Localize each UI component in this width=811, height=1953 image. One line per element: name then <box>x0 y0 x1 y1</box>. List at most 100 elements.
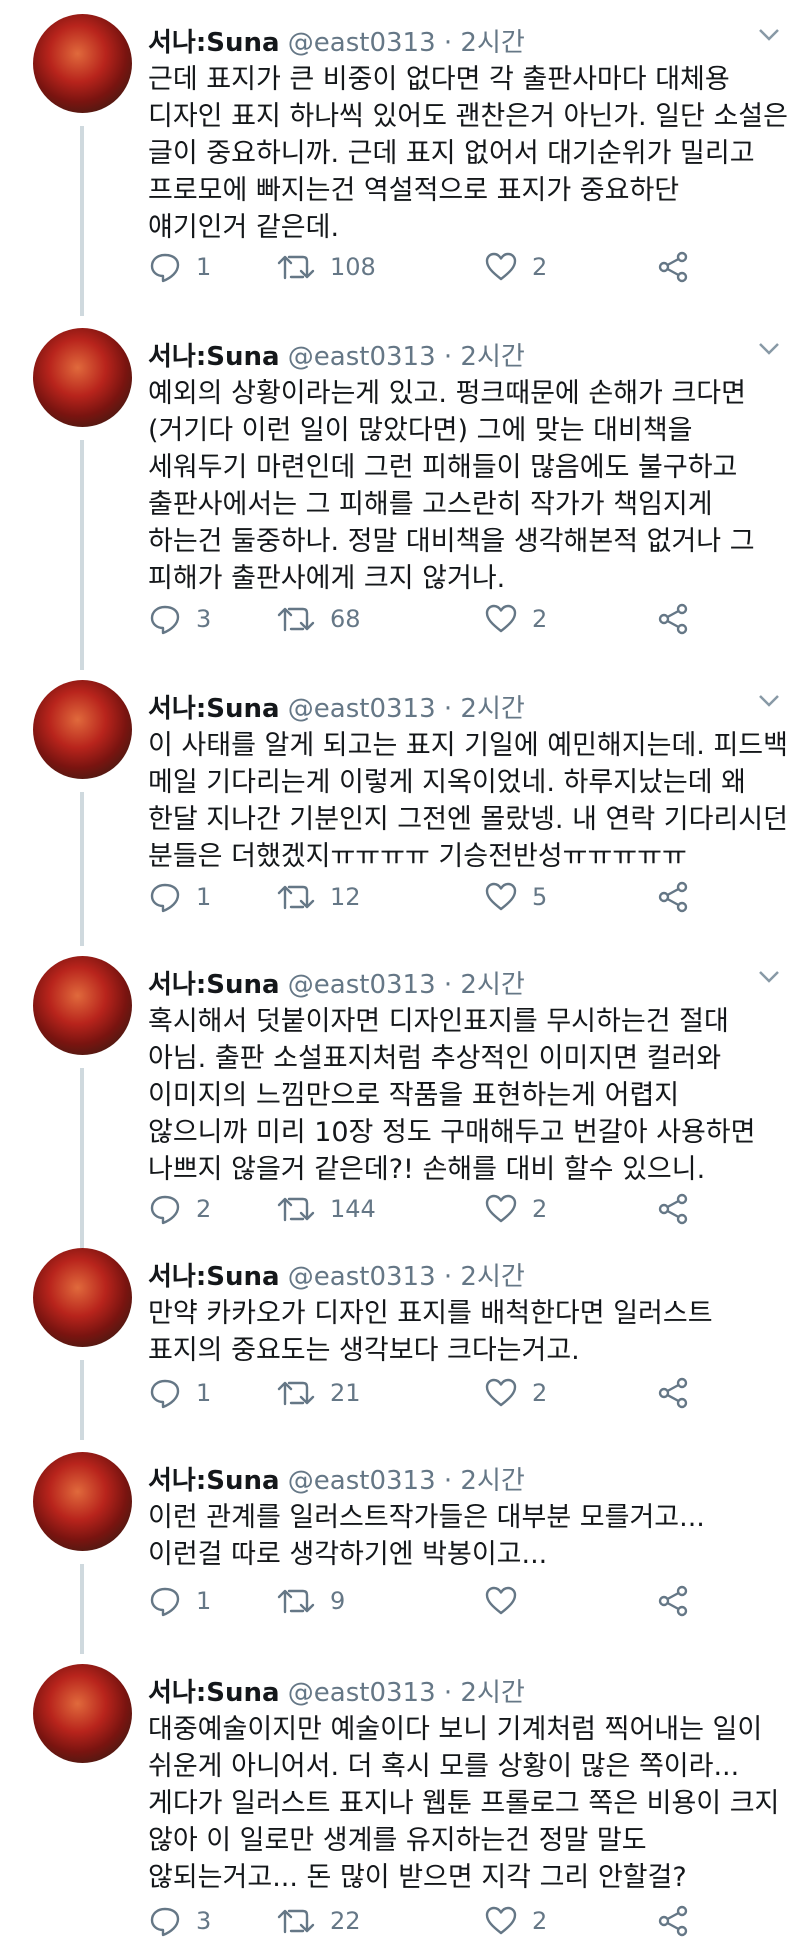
retweet-button[interactable]: 22 <box>276 1904 361 1938</box>
share-button[interactable] <box>656 880 690 914</box>
share-button[interactable] <box>656 1584 690 1618</box>
handle[interactable]: @east0313 <box>288 1678 436 1708</box>
tweet-line: 이런걸 따로 생각하기엔 박봉이고... <box>148 1539 548 1570</box>
retweet-button[interactable]: 108 <box>276 250 376 284</box>
reply-icon <box>150 1587 180 1617</box>
like-button[interactable]: 2 <box>484 250 547 284</box>
chevron-down-icon[interactable] <box>758 970 780 984</box>
share-button[interactable] <box>656 1192 690 1226</box>
handle[interactable]: @east0313 <box>288 970 436 1000</box>
handle[interactable]: @east0313 <box>288 342 436 372</box>
tweet-actions: 1 12 5 <box>148 880 788 920</box>
tweet[interactable]: 서나:Suna @east0313 · 2시간 혹시해서 덧붙이자면 디자인표지… <box>0 956 811 1248</box>
reply-button[interactable]: 1 <box>148 880 211 914</box>
like-button[interactable]: 2 <box>484 1192 547 1226</box>
reply-button[interactable]: 1 <box>148 1584 211 1618</box>
avatar[interactable] <box>33 1664 132 1763</box>
reply-button[interactable]: 3 <box>148 602 211 636</box>
display-name[interactable]: 서나:Suna <box>148 1466 280 1496</box>
thread-line <box>80 126 84 316</box>
display-name[interactable]: 서나:Suna <box>148 1678 280 1708</box>
tweet-actions: 1 108 2 <box>148 250 788 290</box>
tweet-text: 이런 관계를 일러스트작가들은 대부분 모를거고... 이런걸 따로 생각하기엔… <box>148 1499 705 1573</box>
like-count: 2 <box>532 1379 548 1407</box>
tweet[interactable]: 서나:Suna @east0313 · 2시간 이런 관계를 일러스트작가들은 … <box>0 1452 811 1654</box>
like-button[interactable]: 2 <box>484 1376 547 1410</box>
chevron-down-icon[interactable] <box>758 342 780 356</box>
reply-count: 1 <box>196 253 212 281</box>
avatar[interactable] <box>33 1452 132 1551</box>
tweet-header: 서나:Suna @east0313 · 2시간 <box>148 1460 525 1497</box>
timestamp[interactable]: · 2시간 <box>444 1262 525 1292</box>
tweet-line: 출판사에서는 그 피해를 고스란히 작가가 책임지게 <box>148 489 713 520</box>
timestamp[interactable]: · 2시간 <box>444 970 525 1000</box>
share-icon <box>658 1905 688 1937</box>
reply-button[interactable]: 1 <box>148 1376 211 1410</box>
display-name[interactable]: 서나:Suna <box>148 28 280 58</box>
handle[interactable]: @east0313 <box>288 694 436 724</box>
timestamp[interactable]: · 2시간 <box>444 1678 525 1708</box>
retweet-count: 22 <box>330 1907 361 1935</box>
tweet[interactable]: 서나:Suna @east0313 · 2시간 예외의 상황이라는게 있고. 펑… <box>0 328 811 670</box>
reply-button[interactable]: 3 <box>148 1904 211 1938</box>
like-count: 2 <box>532 1195 548 1223</box>
tweet-line: 쉬운게 아니어서. 더 혹시 모를 상황이 많은 쪽이라... <box>148 1751 740 1782</box>
avatar[interactable] <box>33 1248 132 1347</box>
tweet-line: 디자인 표지 하나씩 있어도 괜찬은거 아닌가. 일단 소설은 <box>148 101 788 132</box>
share-icon <box>658 603 688 635</box>
retweet-button[interactable]: 68 <box>276 602 361 636</box>
timestamp[interactable]: · 2시간 <box>444 1466 525 1496</box>
timestamp[interactable]: · 2시간 <box>444 694 525 724</box>
reply-button[interactable]: 2 <box>148 1192 211 1226</box>
reply-button[interactable]: 1 <box>148 250 211 284</box>
like-button[interactable] <box>484 1584 532 1618</box>
tweet-line: 않되는거고... 돈 많이 받으면 지각 그리 안할걸? <box>148 1862 687 1893</box>
reply-count: 1 <box>196 883 212 911</box>
tweet[interactable]: 서나:Suna @east0313 · 2시간 대중예술이지만 예술이다 보니 … <box>0 1664 811 1953</box>
retweet-count: 21 <box>330 1379 361 1407</box>
retweet-button[interactable]: 21 <box>276 1376 361 1410</box>
display-name[interactable]: 서나:Suna <box>148 970 280 1000</box>
chevron-down-icon[interactable] <box>758 694 780 708</box>
tweet-line: 이 사태를 알게 되고는 표지 기일에 예민해지는데. 피드백 <box>148 730 788 761</box>
retweet-icon <box>277 885 315 910</box>
like-button[interactable]: 2 <box>484 1904 547 1938</box>
reply-count: 3 <box>196 1907 212 1935</box>
share-icon <box>658 1193 688 1225</box>
share-button[interactable] <box>656 250 690 284</box>
tweet-line: 대중예술이지만 예술이다 보니 기계처럼 찍어내는 일이 <box>148 1714 763 1745</box>
avatar[interactable] <box>33 680 132 779</box>
retweet-button[interactable]: 9 <box>276 1584 345 1618</box>
like-count: 2 <box>532 1907 548 1935</box>
tweet-header: 서나:Suna @east0313 · 2시간 <box>148 1256 525 1293</box>
like-button[interactable]: 2 <box>484 602 547 636</box>
timestamp[interactable]: · 2시간 <box>444 342 525 372</box>
display-name[interactable]: 서나:Suna <box>148 694 280 724</box>
handle[interactable]: @east0313 <box>288 28 436 58</box>
tweet-header: 서나:Suna @east0313 · 2시간 <box>148 688 525 725</box>
reply-count: 3 <box>196 605 212 633</box>
avatar[interactable] <box>33 14 132 113</box>
tweet-line: 분들은 더했겠지ㅠㅠㅠㅠ 기승전반성ㅠㅠㅠㅠㅠ <box>148 841 687 872</box>
chevron-down-icon[interactable] <box>758 28 780 42</box>
avatar[interactable] <box>33 328 132 427</box>
share-button[interactable] <box>656 602 690 636</box>
tweet[interactable]: 서나:Suna @east0313 · 2시간 이 사태를 알게 되고는 표지 … <box>0 680 811 946</box>
retweet-icon <box>277 255 315 280</box>
like-button[interactable]: 5 <box>484 880 547 914</box>
retweet-icon <box>277 1909 315 1934</box>
tweet[interactable]: 서나:Suna @east0313 · 2시간 만약 카카오가 디자인 표지를 … <box>0 1248 811 1440</box>
display-name[interactable]: 서나:Suna <box>148 342 280 372</box>
handle[interactable]: @east0313 <box>288 1262 436 1292</box>
share-button[interactable] <box>656 1376 690 1410</box>
handle[interactable]: @east0313 <box>288 1466 436 1496</box>
tweet-line: 얘기인거 같은데. <box>148 212 340 243</box>
tweet[interactable]: 서나:Suna @east0313 · 2시간 근데 표지가 큰 비중이 없다면… <box>0 14 811 316</box>
retweet-button[interactable]: 144 <box>276 1192 376 1226</box>
retweet-button[interactable]: 12 <box>276 880 361 914</box>
timestamp[interactable]: · 2시간 <box>444 28 525 58</box>
share-button[interactable] <box>656 1904 690 1938</box>
display-name[interactable]: 서나:Suna <box>148 1262 280 1292</box>
share-icon <box>658 881 688 913</box>
avatar[interactable] <box>33 956 132 1055</box>
